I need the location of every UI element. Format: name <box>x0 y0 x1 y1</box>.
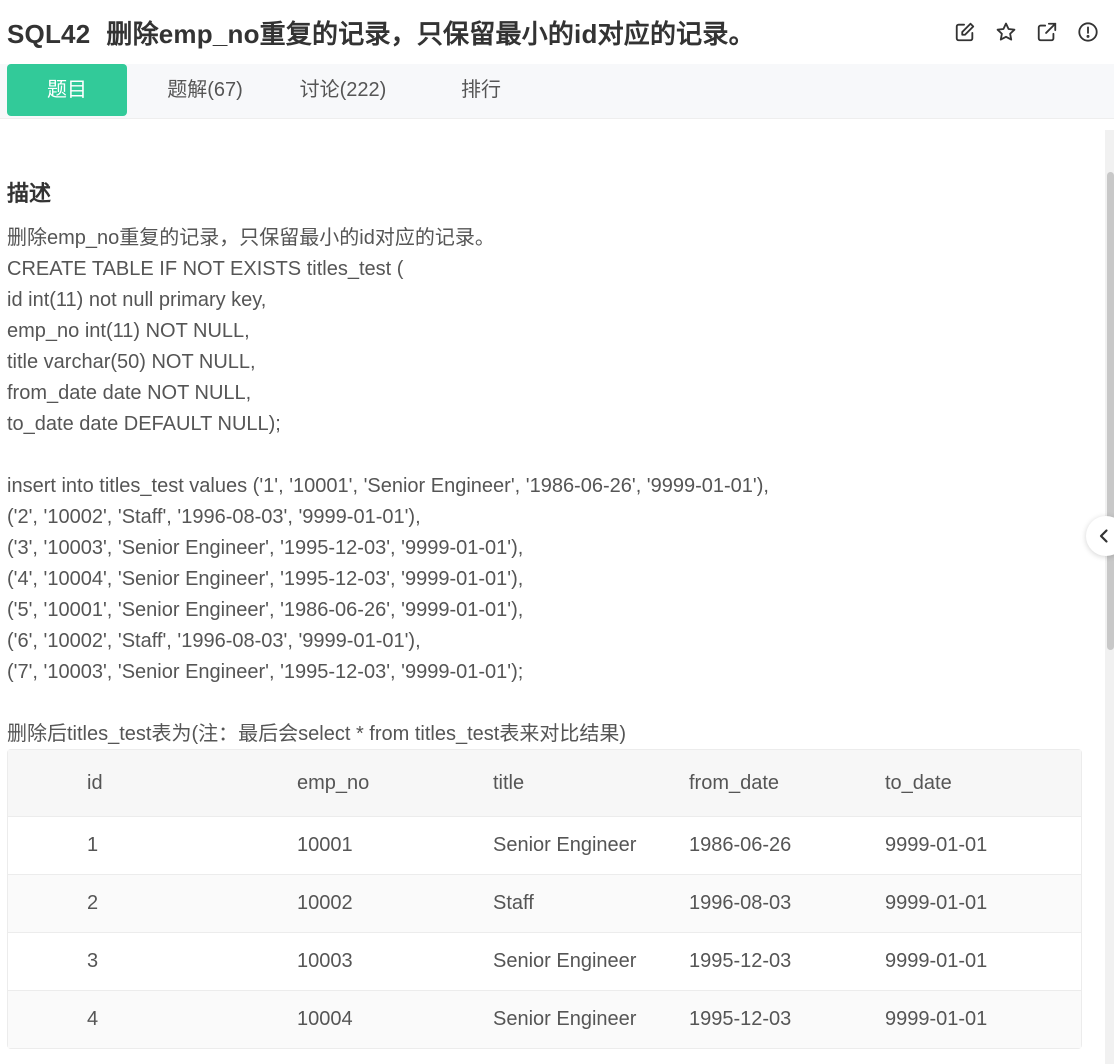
table-row: 1 10001 Senior Engineer 1986-06-26 9999-… <box>8 817 1081 875</box>
description-line <box>7 688 1067 719</box>
description-line: CREATE TABLE IF NOT EXISTS titles_test ( <box>7 258 404 280</box>
description-line: ('2', '10002', 'Staff', '1996-08-03', '9… <box>7 506 421 528</box>
table-row: 2 10002 Staff 1996-08-03 9999-01-01 <box>8 875 1081 933</box>
column-header: to_date <box>885 750 1081 817</box>
edit-icon[interactable] <box>953 20 977 44</box>
description-line: title varchar(50) NOT NULL, <box>7 351 256 373</box>
table-cell: 10003 <box>297 933 493 991</box>
description-line: ('7', '10003', 'Senior Engineer', '1995-… <box>7 661 524 683</box>
scrollbar-thumb[interactable] <box>1107 172 1114 650</box>
table-cell: 4 <box>8 991 297 1048</box>
table-cell: 10002 <box>297 875 493 933</box>
table-cell: 9999-01-01 <box>885 933 1081 991</box>
description-line: id int(11) not null primary key, <box>7 289 267 311</box>
tab-solutions[interactable]: 题解(67) <box>150 64 260 116</box>
table-row: 4 10004 Senior Engineer 1995-12-03 9999-… <box>8 991 1081 1048</box>
table-cell: 2 <box>8 875 297 933</box>
problem-header: SQL42 删除emp_no重复的记录，只保留最小的id对应的记录。 <box>0 0 1114 64</box>
info-icon[interactable] <box>1076 20 1100 44</box>
result-table: id emp_no title from_date to_date 1 1000… <box>7 749 1082 1049</box>
table-cell: 1995-12-03 <box>689 933 885 991</box>
description-line: insert into titles_test values ('1', '10… <box>7 475 769 497</box>
tab-ranking[interactable]: 排行 <box>426 64 536 116</box>
problem-page: SQL42 删除emp_no重复的记录，只保留最小的id对应的记录。 题目 题解… <box>0 0 1114 1064</box>
description-line: ('5', '10001', 'Senior Engineer', '1986-… <box>7 599 524 621</box>
table-cell: 9999-01-01 <box>885 991 1081 1048</box>
collapse-panel-button[interactable] <box>1086 516 1114 556</box>
table-cell: Senior Engineer <box>493 933 689 991</box>
description-line: 删除emp_no重复的记录，只保留最小的id对应的记录。 <box>7 227 495 249</box>
table-cell: Senior Engineer <box>493 817 689 875</box>
external-link-icon[interactable] <box>1035 20 1059 44</box>
table-cell: 10004 <box>297 991 493 1048</box>
star-icon[interactable] <box>994 20 1018 44</box>
description-line: to_date date DEFAULT NULL); <box>7 413 281 435</box>
description-line: emp_no int(11) NOT NULL, <box>7 320 250 342</box>
tab-discussion[interactable]: 讨论(222) <box>283 64 403 116</box>
column-header: emp_no <box>297 750 493 817</box>
description-line: from_date date NOT NULL, <box>7 382 252 404</box>
problem-description: 删除emp_no重复的记录，只保留最小的id对应的记录。 CREATE TABL… <box>7 223 1067 750</box>
description-line: ('3', '10003', 'Senior Engineer', '1995-… <box>7 537 524 559</box>
table-cell: 1986-06-26 <box>689 817 885 875</box>
table-cell: 3 <box>8 933 297 991</box>
table-header-row: id emp_no title from_date to_date <box>8 750 1081 817</box>
header-actions <box>953 20 1100 44</box>
table-cell: Staff <box>493 875 689 933</box>
column-header: title <box>493 750 689 817</box>
problem-code: SQL42 <box>7 19 91 49</box>
table-cell: 10001 <box>297 817 493 875</box>
column-header: id <box>8 750 297 817</box>
table-cell: 1996-08-03 <box>689 875 885 933</box>
table-row: 3 10003 Senior Engineer 1995-12-03 9999-… <box>8 933 1081 991</box>
tab-problem[interactable]: 题目 <box>7 64 127 116</box>
description-line: ('4', '10004', 'Senior Engineer', '1995-… <box>7 568 524 590</box>
chevron-left-icon <box>1099 529 1108 543</box>
description-line: 删除后titles_test表为(注：最后会select * from titl… <box>7 723 626 745</box>
table-cell: 9999-01-01 <box>885 875 1081 933</box>
table-cell: 9999-01-01 <box>885 817 1081 875</box>
page-title: SQL42 删除emp_no重复的记录，只保留最小的id对应的记录。 <box>7 14 755 51</box>
section-title-description: 描述 <box>7 181 52 206</box>
table-cell: 1 <box>8 817 297 875</box>
problem-tabs: 题目 题解(67) 讨论(222) 排行 <box>0 64 1114 119</box>
description-line <box>7 440 1067 471</box>
description-line: ('6', '10002', 'Staff', '1996-08-03', '9… <box>7 630 421 652</box>
problem-title: 删除emp_no重复的记录，只保留最小的id对应的记录。 <box>106 19 755 49</box>
table-cell: 1995-12-03 <box>689 991 885 1048</box>
table-cell: Senior Engineer <box>493 991 689 1048</box>
column-header: from_date <box>689 750 885 817</box>
